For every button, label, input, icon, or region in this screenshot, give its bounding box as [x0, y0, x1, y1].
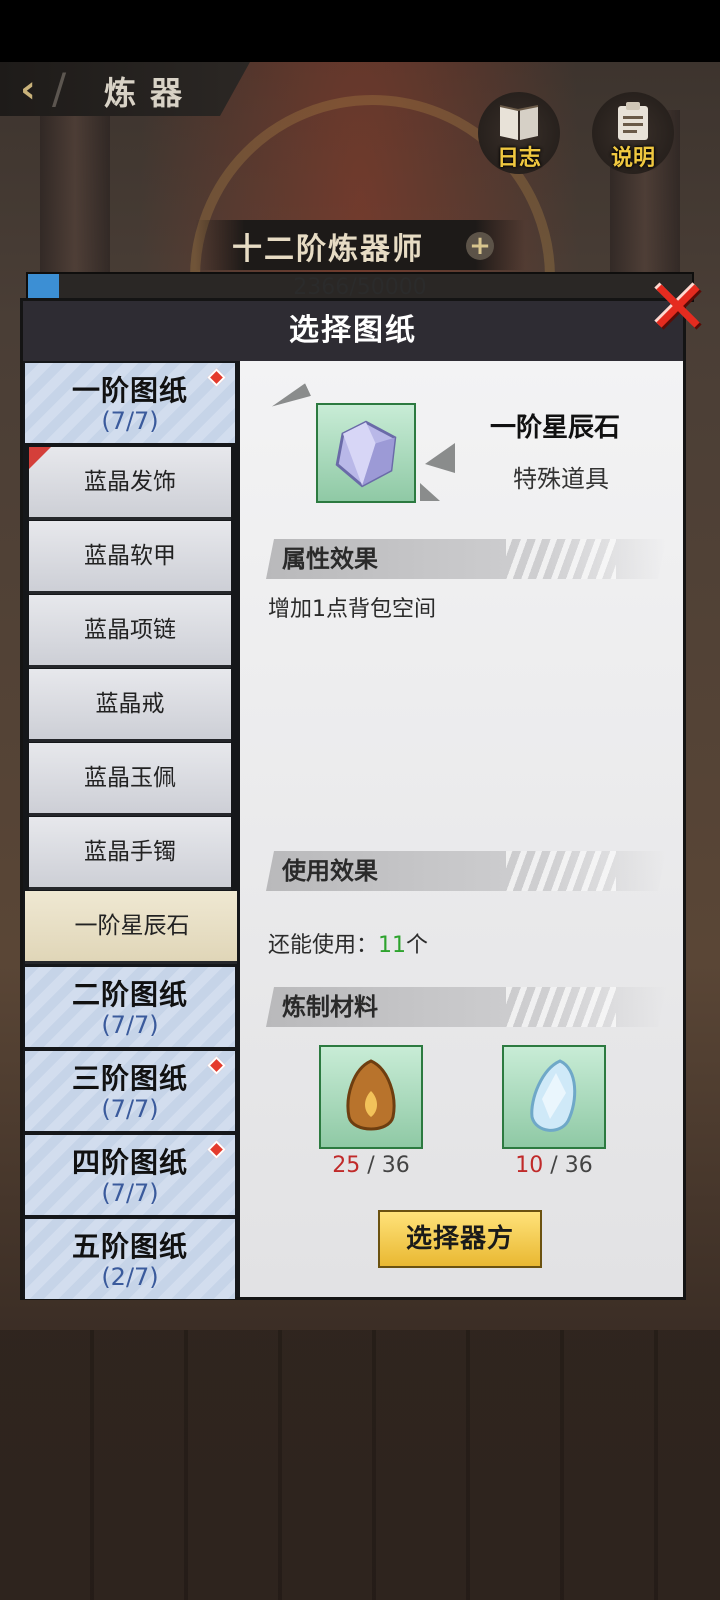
list-item[interactable]: 蓝晶发饰 [29, 447, 231, 520]
divider: / [52, 64, 67, 113]
help-button[interactable]: 说明 [592, 92, 674, 174]
material-need: 36 [381, 1153, 410, 1178]
material-have: 25 [332, 1153, 361, 1178]
category-count: (2/7) [101, 1263, 159, 1291]
rank-title: 十二阶炼器师 [232, 232, 424, 267]
category-title: 三阶图纸 [71, 1062, 188, 1095]
help-label: 说明 [610, 146, 655, 171]
item-label: 一阶星辰石 [74, 913, 190, 939]
use-section-header: 使用效果 [266, 851, 666, 891]
clipboard-icon [618, 102, 648, 140]
shard-decoration [425, 443, 455, 473]
shard-decoration [269, 383, 311, 413]
close-x-icon[interactable]: ✕ [646, 271, 710, 345]
log-label: 日志 [496, 146, 541, 171]
item-name: 一阶星辰石 [490, 413, 621, 443]
section-title: 使用效果 [282, 857, 378, 885]
material-count: 10 / 36 [484, 1153, 624, 1178]
category-tier-5[interactable]: 五阶图纸 (2/7) [25, 1219, 235, 1299]
attr-section-header: 属性效果 [266, 539, 666, 579]
page-title: 炼器 [104, 74, 197, 112]
stripe-decoration [506, 539, 616, 579]
category-count: (7/7) [101, 1179, 159, 1207]
book-icon [499, 105, 539, 140]
item-detail-panel: 一阶星辰石 特殊道具 属性效果 增加1点背包空间 使用效果 还能使用：11个 炼… [237, 361, 683, 1297]
stripe-decoration [506, 987, 616, 1027]
category-title: 五阶图纸 [71, 1230, 188, 1263]
button-label: 选择器方 [405, 1224, 514, 1254]
category-tier-2[interactable]: 二阶图纸 (7/7) [25, 967, 235, 1047]
category-count: (7/7) [101, 1011, 159, 1039]
rank-plus-icon[interactable]: + [466, 232, 494, 260]
ice-crystal-icon [530, 1059, 577, 1132]
attr-text: 增加1点背包空间 [268, 597, 436, 622]
category-tier-4[interactable]: 四阶图纸 (7/7) [25, 1135, 235, 1215]
use-suffix: 个 [406, 933, 429, 958]
item-label: 蓝晶发饰 [84, 469, 176, 495]
fire-stone-icon [346, 1059, 396, 1131]
section-title: 炼制材料 [282, 993, 378, 1021]
use-prefix: 还能使用： [268, 933, 379, 958]
item-label: 蓝晶戒 [95, 691, 165, 717]
category-tier-3[interactable]: 三阶图纸 (7/7) [25, 1051, 235, 1131]
select-recipe-button[interactable]: 选择器方 [378, 1210, 542, 1268]
category-count: (7/7) [101, 1095, 159, 1123]
item-label: 蓝晶玉佩 [84, 765, 176, 791]
item-icon-frame [316, 403, 416, 503]
item-type: 特殊道具 [513, 465, 609, 493]
material-count: 25 / 36 [301, 1153, 441, 1178]
category-title: 四阶图纸 [71, 1146, 188, 1179]
section-title: 属性效果 [282, 545, 378, 573]
dialog-header: 选择图纸 [23, 301, 683, 361]
list-item[interactable]: 蓝晶玉佩 [29, 743, 231, 816]
material-sep: / [360, 1153, 382, 1178]
star-stone-icon [335, 420, 397, 488]
category-tier-1[interactable]: 一阶图纸 (7/7) [25, 363, 235, 443]
blueprint-list: 一阶图纸 (7/7) 蓝晶发饰 蓝晶软甲 蓝晶项链 蓝晶戒 蓝晶玉佩 蓝晶手镯 … [23, 361, 249, 1299]
category-count: (7/7) [101, 407, 159, 435]
item-label: 蓝晶项链 [84, 617, 176, 643]
shard-decoration [420, 483, 440, 501]
use-count: 11 [378, 933, 407, 958]
item-label: 蓝晶软甲 [84, 543, 176, 569]
item-label: 蓝晶手镯 [84, 839, 176, 865]
material-need: 36 [564, 1153, 593, 1178]
list-item[interactable]: 蓝晶软甲 [29, 521, 231, 594]
list-item-selected[interactable]: 一阶星辰石 [25, 891, 249, 964]
list-item[interactable]: 蓝晶手镯 [29, 817, 231, 890]
use-text: 还能使用：11个 [268, 927, 428, 959]
list-item[interactable]: 蓝晶项链 [29, 595, 231, 668]
select-blueprint-dialog: 选择图纸 一阶图纸 (7/7) 蓝晶发饰 蓝晶软甲 蓝晶项链 蓝晶戒 蓝晶玉佩 … [20, 298, 686, 1300]
category-title: 一阶图纸 [71, 374, 188, 407]
material-slot[interactable] [319, 1045, 423, 1149]
log-button[interactable]: 日志 [478, 92, 560, 174]
status-bar [0, 0, 720, 62]
material-have: 10 [515, 1153, 544, 1178]
category-title: 二阶图纸 [71, 978, 188, 1011]
background-floor [0, 1330, 720, 1600]
material-slot[interactable] [502, 1045, 606, 1149]
back-chevron-icon[interactable]: ‹ [8, 66, 48, 112]
list-item[interactable]: 蓝晶戒 [29, 669, 231, 742]
material-sep: / [543, 1153, 565, 1178]
dialog-title: 选择图纸 [289, 313, 417, 348]
material-section-header: 炼制材料 [266, 987, 666, 1027]
stripe-decoration [506, 851, 616, 891]
